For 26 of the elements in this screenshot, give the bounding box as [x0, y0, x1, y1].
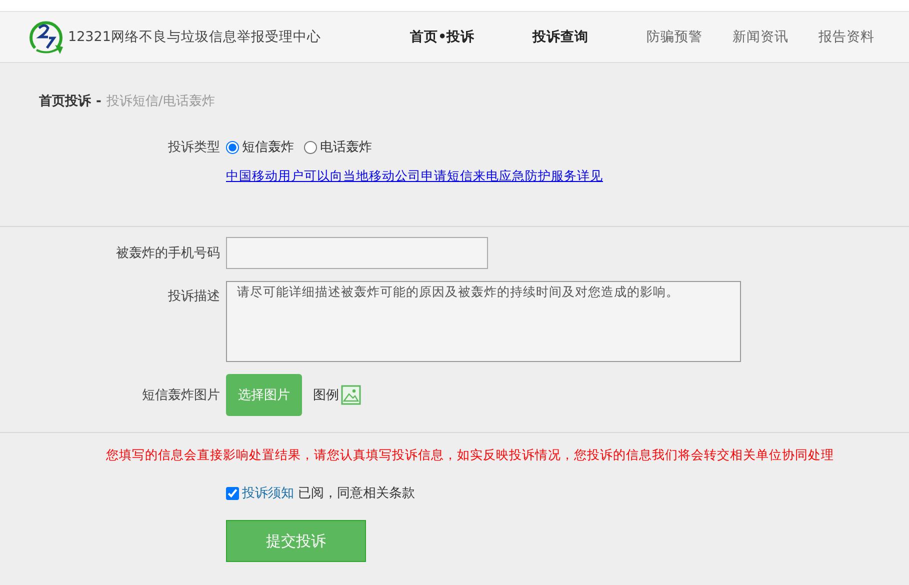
agreement-text: 已阅，同意相关条款 [298, 485, 415, 502]
breadcrumb-current[interactable]: 首页投诉 [39, 92, 91, 110]
nav-link[interactable]: 防骗预警 [646, 28, 703, 46]
breadcrumb-page: 投诉短信/电话轰炸 [106, 93, 215, 110]
description-textarea[interactable]: 请尽可能详细描述被轰炸可能的原因及被轰炸的持续时间及对您造成的影响。 [226, 281, 741, 362]
warning-text: 您填写的信息会直接影响处置结果，请您认真填写投诉信息，如实反映投诉情况，您投诉的信息我们将会转交相关单位协同处理 [105, 447, 835, 464]
info-link[interactable]: 中国移动用户可以向当地移动公司申请短信来电应急防护服务详见 [226, 168, 603, 185]
notice-link[interactable]: 投诉须知 [242, 484, 294, 502]
nav-link[interactable]: 首页•投诉 [410, 28, 475, 46]
radio-label[interactable]: 短信轰炸 [242, 138, 294, 156]
radio-button[interactable] [304, 140, 317, 154]
site-title: 12321网络不良与垃圾信息举报受理中心 [68, 28, 321, 46]
radio-button[interactable] [226, 140, 239, 154]
field-label: 投诉描述 [167, 288, 221, 305]
field-label: 短信轰炸图片 [141, 387, 221, 404]
agree-checkbox[interactable] [226, 486, 239, 500]
nav-link[interactable]: 投诉查询 [532, 28, 589, 46]
field-label: 投诉类型 [167, 139, 221, 156]
field-label: 被轰炸的手机号码 [115, 245, 221, 262]
nav-link[interactable]: 报告资料 [818, 28, 875, 46]
phone-input[interactable] [226, 237, 488, 269]
radio-label[interactable]: 电话轰炸 [320, 138, 372, 156]
example-label: 图例 [313, 387, 339, 404]
image-icon[interactable] [341, 385, 361, 405]
nav-link[interactable]: 新闻资讯 [732, 28, 789, 46]
breadcrumb-separator: - [96, 94, 102, 108]
